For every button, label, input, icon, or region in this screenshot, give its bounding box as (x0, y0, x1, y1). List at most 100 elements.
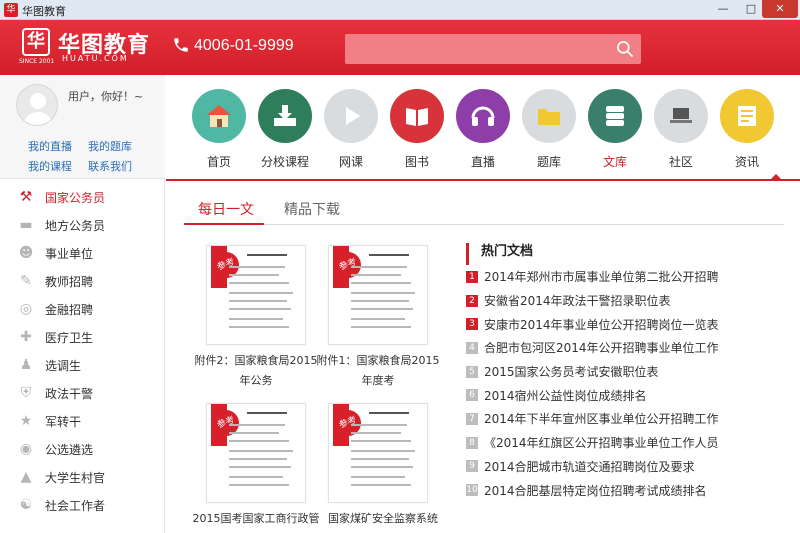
mountain-icon: ▲ (20, 469, 32, 485)
rank-badge: 2 (466, 294, 478, 307)
maximize-button[interactable]: □ (738, 0, 764, 18)
tab-daily-article[interactable]: 每日一文 (198, 199, 254, 219)
category-local-civil-servant[interactable]: ▬ 地方公务员 (0, 211, 164, 239)
hot-document-title[interactable]: 安康市2014年事业单位公开招聘岗位一览表 (484, 316, 719, 333)
minimize-button[interactable]: — (710, 0, 736, 18)
nav-home[interactable]: 首页 (186, 89, 252, 170)
nav-community[interactable]: 社区 (648, 89, 714, 170)
nav-library[interactable]: 文库 (582, 89, 648, 170)
category-selected-graduate[interactable]: ♟ 选调生 (0, 351, 164, 379)
database-icon (588, 89, 642, 143)
rank-badge: 7 (466, 412, 478, 425)
hot-document-title[interactable]: 2014宿州公益性岗位成绩排名 (484, 387, 647, 404)
huatu-logo-icon[interactable]: 华 (22, 28, 50, 56)
teacher-icon: ✎ (20, 273, 32, 289)
hot-document-title[interactable]: 2014年下半年宣州区事业单位公开招聘工作 (484, 410, 719, 427)
rank-badge: 3 (466, 318, 478, 331)
category-label: 军转干 (45, 414, 82, 429)
phone-icon (172, 36, 190, 54)
document-thumbnail[interactable]: 参考 (328, 245, 428, 345)
hot-document-title[interactable]: 2014合肥基层特定岗位招聘考试成绩排名 (484, 482, 707, 499)
app-header: 华 SINCE 2001 华图教育 HUATU.COM 4006-01-9999 (0, 20, 800, 75)
group-icon: ☻ (18, 245, 34, 261)
hot-document-item[interactable]: 10 2014合肥基层特定岗位招聘考试成绩排名 (466, 478, 786, 502)
search-icon[interactable] (615, 39, 635, 59)
close-button[interactable]: ✕ (762, 0, 798, 18)
category-label: 地方公务员 (45, 218, 106, 233)
my-question-bank-link[interactable]: 我的题库 (88, 138, 132, 154)
hot-document-item[interactable]: 5 2015国家公务员考试安徽职位表 (466, 360, 786, 384)
category-finance-recruitment[interactable]: ◎ 金融招聘 (0, 295, 164, 323)
hot-document-item[interactable]: 6 2014宿州公益性岗位成绩排名 (466, 383, 786, 407)
category-medical[interactable]: ✚ 医疗卫生 (0, 323, 164, 351)
left-sidebar: 用户，你好！~ 我的直播 我的题库 我的课程 联系我们 ⚒ 国家公务员 ▬ 地方… (0, 75, 165, 533)
nav-branch-courses[interactable]: 分校课程 (252, 89, 318, 170)
hat-icon: ▬ (19, 217, 33, 233)
star-icon: ★ (19, 413, 33, 429)
rank-badge: 10 (466, 484, 478, 497)
avatar[interactable] (16, 84, 58, 126)
person-icon: ♟ (19, 357, 33, 373)
user-greeting: 用户，你好！~ (68, 90, 144, 103)
my-courses-link[interactable]: 我的课程 (28, 158, 72, 174)
search-input[interactable] (353, 39, 603, 59)
hot-document-item[interactable]: 1 2014年郑州市市属事业单位第二批公开招聘 (466, 265, 786, 289)
rank-badge: 1 (466, 270, 478, 283)
category-police[interactable]: ⛨ 政法干警 (0, 379, 164, 407)
hot-documents-title: 热门文档 (466, 243, 786, 265)
hot-document-item[interactable]: 3 安康市2014年事业单位公开招聘岗位一览表 (466, 312, 786, 336)
document-thumbnail[interactable]: 参考 (206, 403, 306, 503)
document-caption[interactable]: 附件2：国家粮食局2015年公务 (191, 351, 321, 391)
hot-document-title[interactable]: 合肥市包河区2014年公开招聘事业单位工作 (484, 339, 719, 356)
nav-books[interactable]: 图书 (384, 89, 450, 170)
home-icon (192, 89, 246, 143)
category-label: 社会工作者 (45, 498, 106, 513)
nav-live[interactable]: 直播 (450, 89, 516, 170)
hot-document-title[interactable]: 2014合肥城市轨道交通招聘岗位及要求 (484, 458, 695, 475)
nav-question-bank[interactable]: 题库 (516, 89, 582, 170)
hot-document-title[interactable]: 安徽省2014年政法干警招录职位表 (484, 292, 671, 309)
hot-document-item[interactable]: 2 安徽省2014年政法干警招录职位表 (466, 289, 786, 313)
tab-premium-download[interactable]: 精品下载 (284, 199, 340, 219)
category-village-official[interactable]: ▲ 大学生村官 (0, 463, 164, 491)
category-label: 公选遴选 (45, 442, 94, 457)
hot-document-item[interactable]: 7 2014年下半年宣州区事业单位公开招聘工作 (466, 407, 786, 431)
document-caption[interactable]: 国家煤矿安全监察系统 (308, 509, 458, 529)
active-tab-underline (184, 223, 264, 225)
search-box[interactable] (345, 34, 641, 64)
document-caption[interactable]: 附件1：国家粮食局2015年度考 (313, 351, 443, 391)
hot-document-title[interactable]: 2014年郑州市市属事业单位第二批公开招聘 (484, 268, 719, 285)
document-thumbnail[interactable]: 参考 (328, 403, 428, 503)
category-public-selection[interactable]: ◉ 公选遴选 (0, 435, 164, 463)
category-label: 选调生 (45, 358, 82, 373)
party-emblem-icon: ⚒ (19, 189, 33, 205)
contact-us-link[interactable]: 联系我们 (88, 158, 132, 174)
my-live-link[interactable]: 我的直播 (28, 138, 72, 154)
headphone-icon (456, 89, 510, 143)
play-icon (324, 89, 378, 143)
laptop-icon (654, 89, 708, 143)
hot-document-item[interactable]: 8 《2014年红旗区公开招聘事业单位工作人员 (466, 431, 786, 455)
hot-document-item[interactable]: 4 合肥市包河区2014年公开招聘事业单位工作 (466, 336, 786, 360)
window-title-bar: 华 华图教育 — □ ✕ (0, 0, 800, 20)
category-national-civil-servant[interactable]: ⚒ 国家公务员 (0, 183, 164, 211)
active-nav-indicator (769, 174, 783, 181)
chat-icon: ◉ (19, 441, 33, 457)
nav-online-course[interactable]: 网课 (318, 89, 384, 170)
news-icon (720, 89, 774, 143)
category-teacher-recruitment[interactable]: ✎ 教师招聘 (0, 267, 164, 295)
category-social-worker[interactable]: ☯ 社会工作者 (0, 491, 164, 519)
nav-label: 首页 (206, 155, 231, 169)
hot-document-title[interactable]: 《2014年红旗区公开招聘事业单位工作人员 (484, 434, 719, 451)
category-label: 政法干警 (45, 386, 94, 401)
coin-icon: ◎ (19, 301, 33, 317)
hot-document-title[interactable]: 2015国家公务员考试安徽职位表 (484, 363, 659, 380)
nav-label: 题库 (536, 155, 561, 169)
nav-label: 文库 (602, 155, 627, 169)
hot-document-item[interactable]: 9 2014合肥城市轨道交通招聘岗位及要求 (466, 455, 786, 479)
document-thumbnail[interactable]: 参考 (206, 245, 306, 345)
hot-documents: 热门文档 1 2014年郑州市市属事业单位第二批公开招聘 2 安徽省2014年政法干… (466, 243, 786, 502)
category-public-institution[interactable]: ☻ 事业单位 (0, 239, 164, 267)
category-military-transfer[interactable]: ★ 军转干 (0, 407, 164, 435)
nav-news[interactable]: 资讯 (714, 89, 780, 170)
